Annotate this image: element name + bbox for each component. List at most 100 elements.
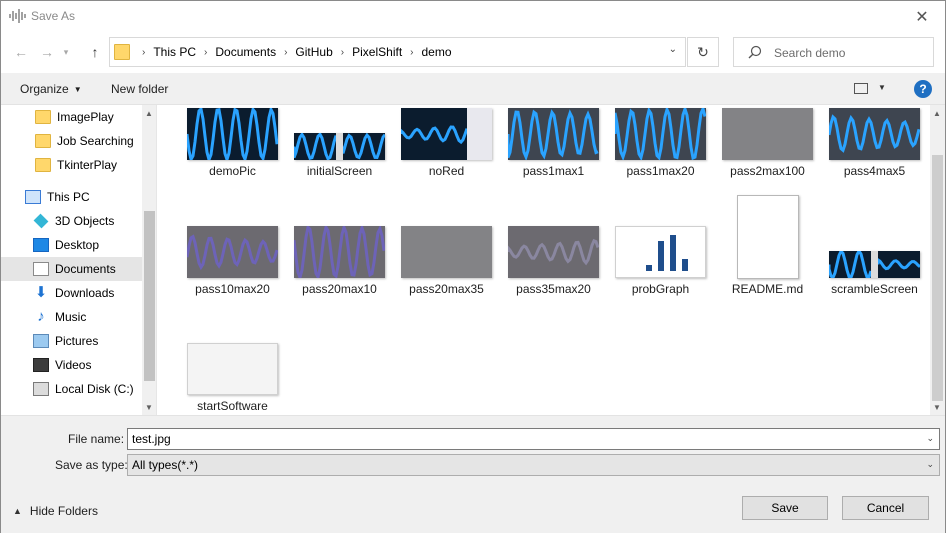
file-name: probGraph (631, 282, 690, 296)
sidebar-item-documents[interactable]: Documents (1, 257, 142, 281)
up-button[interactable]: ↑ (85, 42, 105, 62)
navigation-bar: ← → ▾ ↑ › This PC › Documents › GitHub ›… (1, 32, 945, 72)
close-button[interactable]: ✕ (899, 1, 945, 32)
scrollbar-thumb[interactable] (932, 155, 943, 401)
help-button[interactable]: ? (914, 80, 932, 98)
file-item[interactable]: pass20max35 (393, 223, 500, 323)
sidebar-item-3d-objects[interactable]: 3D Objects (1, 209, 142, 233)
file-name-label: File name: (68, 432, 125, 446)
scroll-up-icon[interactable]: ▲ (145, 109, 153, 118)
caret-down-icon: ▼ (73, 85, 82, 95)
hide-folders-button[interactable]: ▲ Hide Folders (13, 504, 98, 518)
sidebar-item-label: Pictures (55, 334, 99, 348)
organize-button[interactable]: Organize ▼ (20, 82, 82, 96)
command-bar: Organize ▼ New folder ▼ ? (1, 73, 945, 105)
file-thumbnail (187, 343, 278, 395)
file-thumbnail (508, 226, 599, 278)
breadcrumb-this-pc[interactable]: This PC (153, 45, 196, 59)
file-item[interactable]: pass1max1 (500, 105, 607, 205)
new-folder-button[interactable]: New folder (111, 82, 168, 96)
document-icon (736, 195, 799, 279)
recent-locations-button[interactable]: ▾ (59, 42, 73, 62)
sidebar-item-label: TkinterPlay (57, 158, 118, 172)
breadcrumb-pixelshift[interactable]: PixelShift (352, 45, 402, 59)
file-name: initialScreen (306, 164, 373, 178)
organize-label: Organize (20, 82, 69, 96)
save-type-select[interactable]: All types(*.*) ⌄ (127, 454, 940, 476)
file-item[interactable]: pass10max20 (179, 223, 286, 323)
sidebar-item-job-searching[interactable]: Job Searching (1, 129, 142, 153)
sidebar-item-label: Music (55, 310, 87, 324)
save-type-label: Save as type: (55, 458, 128, 472)
breadcrumb-demo[interactable]: demo (422, 45, 452, 59)
sidebar-item-label: ImagePlay (57, 110, 114, 124)
download-icon: ⬇ (34, 284, 48, 301)
file-item[interactable]: probGraph (607, 223, 714, 323)
cancel-button[interactable]: Cancel (842, 496, 929, 520)
breadcrumb-documents[interactable]: Documents (215, 45, 276, 59)
file-name-field[interactable]: test.jpg ⌄ (127, 428, 940, 450)
file-name: pass1max20 (626, 164, 695, 178)
file-item[interactable]: scrambleScreen (821, 223, 928, 323)
save-button[interactable]: Save (742, 496, 828, 520)
view-mode-icon[interactable] (854, 83, 868, 94)
refresh-button[interactable]: ↻ (687, 37, 719, 67)
scroll-up-icon[interactable]: ▲ (933, 109, 941, 118)
disk-icon (33, 382, 49, 396)
file-name: noRed (428, 164, 465, 178)
refresh-icon: ↻ (697, 43, 709, 60)
forward-button[interactable]: → (37, 42, 57, 62)
sidebar-item-label: This PC (47, 190, 90, 204)
file-item[interactable]: pass1max20 (607, 105, 714, 205)
scroll-down-icon[interactable]: ▼ (145, 403, 153, 412)
file-name: pass10max20 (195, 282, 270, 296)
breadcrumb-github[interactable]: GitHub (295, 45, 332, 59)
file-item[interactable]: pass2max100 (714, 105, 821, 205)
sidebar-item-imageplay[interactable]: ImagePlay (1, 105, 142, 129)
file-list-scrollbar[interactable]: ▲ ▼ (930, 105, 945, 415)
file-thumbnail (508, 108, 599, 160)
file-item[interactable]: noRed (393, 105, 500, 205)
file-item[interactable]: README.md (714, 195, 821, 323)
sidebar-item-label: Documents (55, 262, 116, 276)
chevron-down-icon: ⌄ (926, 459, 934, 469)
chevron-down-icon[interactable]: ⌄ (926, 433, 934, 444)
search-box[interactable]: Search demo (733, 37, 934, 67)
close-icon: ✕ (915, 8, 929, 26)
sidebar-item-downloads[interactable]: ⬇ Downloads (1, 281, 142, 305)
file-item[interactable]: startSoftware (179, 340, 286, 415)
view-options-caret-icon[interactable]: ▼ (878, 83, 886, 92)
video-icon (33, 358, 49, 372)
address-bar[interactable]: › This PC › Documents › GitHub › PixelSh… (109, 37, 686, 67)
sidebar-item-this-pc[interactable]: This PC (1, 185, 142, 209)
address-dropdown-icon[interactable]: ⌄ (669, 44, 677, 55)
save-type-value: All types(*.*) (132, 458, 199, 472)
sidebar-item-music[interactable]: ♪ Music (1, 305, 142, 329)
file-thumbnail (615, 108, 706, 160)
file-thumbnail (829, 251, 920, 278)
file-item[interactable]: initialScreen (286, 105, 393, 205)
file-item[interactable]: pass4max5 (821, 105, 928, 205)
sidebar-item-pictures[interactable]: Pictures (1, 329, 142, 353)
scrollbar-thumb[interactable] (144, 211, 155, 381)
navigation-pane-scrollbar[interactable]: ▲ ▼ (142, 105, 156, 415)
cube-icon (33, 213, 49, 229)
sidebar-item-desktop[interactable]: Desktop (1, 233, 142, 257)
file-thumbnail (722, 108, 813, 160)
breadcrumb: › This PC › Documents › GitHub › PixelSh… (134, 38, 452, 66)
file-item[interactable]: pass20max10 (286, 223, 393, 323)
scroll-down-icon[interactable]: ▼ (933, 403, 941, 412)
search-input[interactable]: Search demo (774, 46, 845, 60)
sidebar-item-label: Job Searching (57, 134, 134, 148)
folder-icon (35, 134, 51, 148)
sidebar-item-local-disk[interactable]: Local Disk (C:) (1, 377, 142, 401)
file-name: pass20max35 (409, 282, 484, 296)
file-name: pass2max100 (730, 164, 805, 178)
file-item[interactable]: demoPic (179, 105, 286, 205)
sidebar-item-tkinterplay[interactable]: TkinterPlay (1, 153, 142, 177)
sidebar-item-videos[interactable]: Videos (1, 353, 142, 377)
back-button[interactable]: ← (11, 42, 31, 62)
save-form: File name: test.jpg ⌄ Save as type: All … (1, 415, 945, 533)
file-name: pass20max10 (302, 282, 377, 296)
file-item[interactable]: pass35max20 (500, 223, 607, 323)
